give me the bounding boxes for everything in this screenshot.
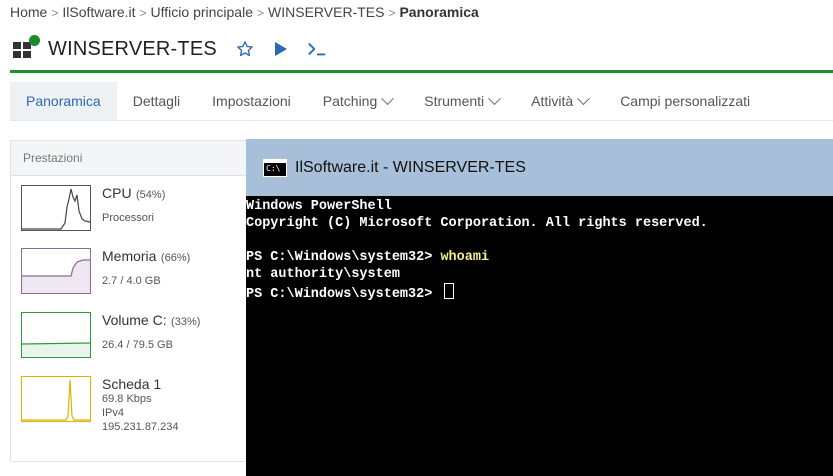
memory-item[interactable]: Memoria (66%) 2.7 / 4.0 GB: [21, 248, 261, 308]
tab-label: Attività: [531, 93, 574, 109]
breadcrumb: Home > IlSoftware.it > Ufficio principale > WI…: [10, 4, 479, 20]
breadcrumb-device[interactable]: WINSERVER-TES: [268, 4, 384, 20]
volume-item[interactable]: Volume C: (33%) 26.4 / 79.5 GB: [21, 312, 261, 372]
tab-attivita[interactable]: Attività: [515, 82, 604, 120]
tab-panoramica[interactable]: Panoramica: [10, 82, 117, 120]
tab-bar: Panoramica Dettagli Impostazioni Patchin…: [10, 82, 833, 121]
cpu-graph: [21, 185, 91, 231]
tab-label: Dettagli: [132, 93, 181, 109]
volume-graph: [21, 312, 91, 358]
terminal-output[interactable]: Windows PowerShell Copyright (C) Microsof…: [246, 196, 833, 303]
network-graph: [21, 376, 91, 422]
volume-label: Volume C:: [102, 312, 167, 328]
memory-label: Memoria: [102, 248, 157, 264]
terminal-command-line: PS C:\Windows\system32> whoami: [246, 249, 833, 266]
performance-header: Prestazioni: [11, 141, 261, 176]
tab-label: Panoramica: [26, 93, 101, 109]
breadcrumb-current: Panoramica: [399, 4, 479, 20]
tab-campi-personalizzati[interactable]: Campi personalizzati: [604, 82, 766, 120]
tab-strumenti[interactable]: Strumenti: [408, 82, 515, 120]
tab-label: Campi personalizzati: [620, 93, 751, 109]
memory-percent: (66%): [160, 252, 191, 264]
chevron-down-icon: [381, 91, 395, 105]
terminal-command: whoami: [440, 250, 490, 265]
terminal-titlebar[interactable]: C:\ IlSoftware.it - WINSERVER-TES: [246, 139, 833, 196]
cpu-label: CPU: [102, 185, 132, 201]
terminal-line: Windows PowerShell: [246, 199, 392, 214]
network-label: Scheda 1: [102, 376, 162, 392]
terminal-title: IlSoftware.it - WINSERVER-TES: [295, 158, 526, 176]
network-ip: 195.231.87.234: [102, 421, 179, 433]
powershell-window[interactable]: C:\ IlSoftware.it - WINSERVER-TES Window…: [246, 139, 833, 476]
chevron-right-icon: >: [51, 6, 59, 20]
volume-sub: 26.4 / 79.5 GB: [102, 339, 173, 351]
tab-label: Patching: [322, 93, 378, 109]
network-protocol: IPv4: [102, 407, 125, 419]
online-status-dot: [29, 35, 40, 46]
network-speed: 69.8 Kbps: [102, 393, 152, 405]
terminal-line: Copyright (C) Microsoft Corporation. All…: [246, 216, 708, 231]
chevron-down-icon: [488, 91, 502, 105]
terminal-input-line[interactable]: PS C:\Windows\system32>: [246, 283, 833, 303]
memory-sub: 2.7 / 4.0 GB: [102, 275, 161, 287]
performance-panel: Prestazioni CPU (54%) Processori Memoria…: [10, 140, 262, 462]
page-title: WINSERVER-TES: [48, 37, 217, 60]
tab-impostazioni[interactable]: Impostazioni: [196, 82, 307, 120]
cpu-item[interactable]: CPU (54%) Processori: [21, 185, 261, 245]
tab-patching[interactable]: Patching: [307, 82, 408, 120]
terminal-prompt: PS C:\Windows\system32>: [246, 287, 441, 302]
star-icon[interactable]: [235, 39, 255, 59]
status-divider: [10, 70, 833, 73]
network-item[interactable]: Scheda 1 69.8 Kbps IPv4 195.231.87.234: [21, 376, 261, 446]
play-icon[interactable]: [271, 39, 291, 59]
console-icon: C:\: [263, 158, 287, 177]
chevron-right-icon: >: [388, 6, 396, 20]
device-header: WINSERVER-TES: [10, 34, 327, 64]
volume-percent: (33%): [171, 316, 201, 328]
terminal-line: nt authority\system: [246, 267, 400, 282]
cpu-sub: Processori: [102, 212, 154, 224]
chevron-right-icon: >: [257, 6, 265, 20]
chevron-right-icon: >: [139, 6, 147, 20]
text-cursor: [444, 283, 455, 299]
breadcrumb-home[interactable]: Home: [10, 4, 47, 20]
windows-icon: [10, 35, 40, 61]
terminal-prompt: PS C:\Windows\system32>: [246, 250, 441, 265]
memory-graph: [21, 248, 91, 294]
chevron-down-icon: [577, 91, 591, 105]
tab-label: Strumenti: [424, 93, 485, 109]
breadcrumb-organization[interactable]: IlSoftware.it: [62, 4, 135, 20]
tab-dettagli[interactable]: Dettagli: [117, 82, 196, 120]
terminal-icon[interactable]: [307, 39, 327, 59]
tab-label: Impostazioni: [212, 93, 291, 109]
console-icon-text: C:\: [266, 163, 281, 173]
cpu-percent: (54%): [136, 189, 166, 201]
breadcrumb-location[interactable]: Ufficio principale: [151, 4, 253, 20]
